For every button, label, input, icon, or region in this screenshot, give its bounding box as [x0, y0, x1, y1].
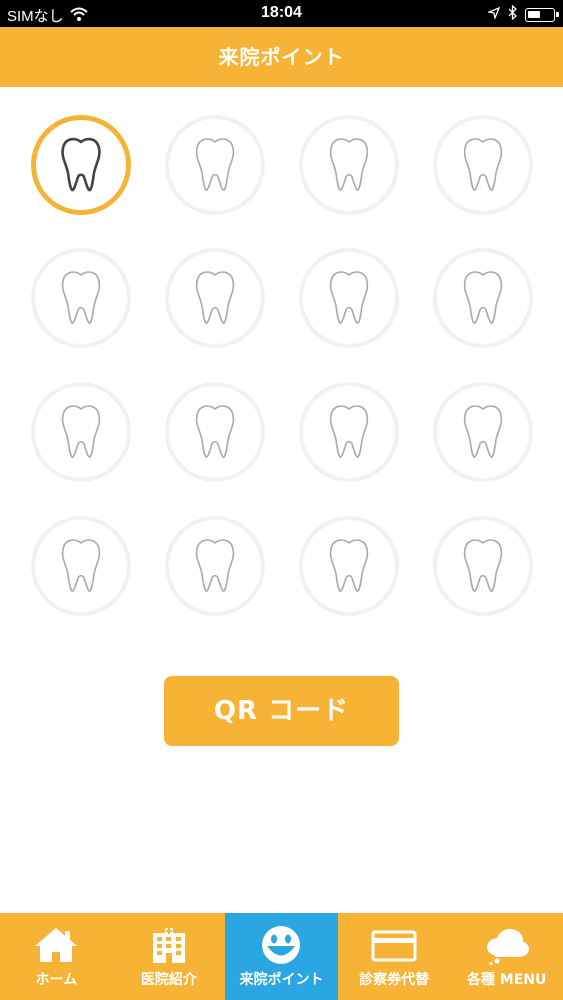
- stamp-slot: [31, 382, 131, 482]
- status-right: [486, 4, 559, 24]
- stamp-slot: [165, 382, 265, 482]
- stamp-slot: [165, 516, 265, 616]
- tooth-icon: [195, 539, 235, 592]
- stamp-slot: [31, 115, 131, 215]
- tooth-icon: [463, 271, 503, 324]
- tooth-icon: [195, 405, 235, 458]
- tab-menu[interactable]: 各種 MENU: [450, 913, 563, 1000]
- tooth-icon: [463, 539, 503, 592]
- tab-label: 各種 MENU: [466, 972, 547, 988]
- building-icon: [145, 925, 193, 965]
- tooth-icon: [329, 539, 369, 592]
- stamp-slot: [165, 115, 265, 215]
- qr-code-button[interactable]: QR コード: [164, 676, 399, 746]
- tab-home[interactable]: ホーム: [0, 913, 113, 1000]
- tooth-icon: [61, 137, 101, 192]
- tooth-icon: [329, 405, 369, 458]
- home-icon: [32, 925, 80, 965]
- location-arrow-icon: [486, 6, 501, 23]
- card-icon: [370, 925, 418, 965]
- tooth-icon: [61, 539, 101, 592]
- tooth-icon: [61, 271, 101, 324]
- stamp-grid: [0, 87, 563, 647]
- tab-clinic-info[interactable]: 医院紹介: [113, 913, 226, 1000]
- tooth-icon: [329, 138, 369, 191]
- tab-card-replacement[interactable]: 診察券代替: [338, 913, 451, 1000]
- tooth-icon: [463, 138, 503, 191]
- tab-visit-points[interactable]: 来院ポイント: [225, 913, 338, 1000]
- battery-icon: [525, 7, 559, 22]
- tab-label: ホーム: [35, 972, 78, 988]
- stamp-slot: [433, 248, 533, 348]
- stamp-slot: [299, 516, 399, 616]
- stamp-slot: [31, 516, 131, 616]
- tab-bar: ホーム 医院紹介 来院ポイント 診察券代替 各種 MENU: [0, 913, 563, 1000]
- tooth-icon: [463, 405, 503, 458]
- stamp-slot: [299, 115, 399, 215]
- stamp-slot: [165, 248, 265, 348]
- page-title: 来院ポイント: [0, 27, 563, 87]
- stamp-slot: [433, 516, 533, 616]
- tooth-icon: [61, 405, 101, 458]
- cloud-icon: [483, 925, 531, 965]
- status-bar: SIMなし 18:04: [0, 0, 563, 27]
- stamp-slot: [299, 248, 399, 348]
- tooth-icon: [195, 271, 235, 324]
- stamp-slot: [31, 248, 131, 348]
- tab-label: 医院紹介: [140, 972, 197, 988]
- stamp-slot: [433, 382, 533, 482]
- tooth-icon: [195, 138, 235, 191]
- bluetooth-icon: [508, 4, 517, 24]
- stamp-slot: [433, 115, 533, 215]
- clock: 18:04: [261, 4, 302, 21]
- smile-icon: [257, 925, 305, 965]
- tab-label: 来院ポイント: [239, 972, 324, 988]
- stamp-slot: [299, 382, 399, 482]
- tooth-icon: [329, 271, 369, 324]
- tab-label: 診察券代替: [359, 972, 430, 988]
